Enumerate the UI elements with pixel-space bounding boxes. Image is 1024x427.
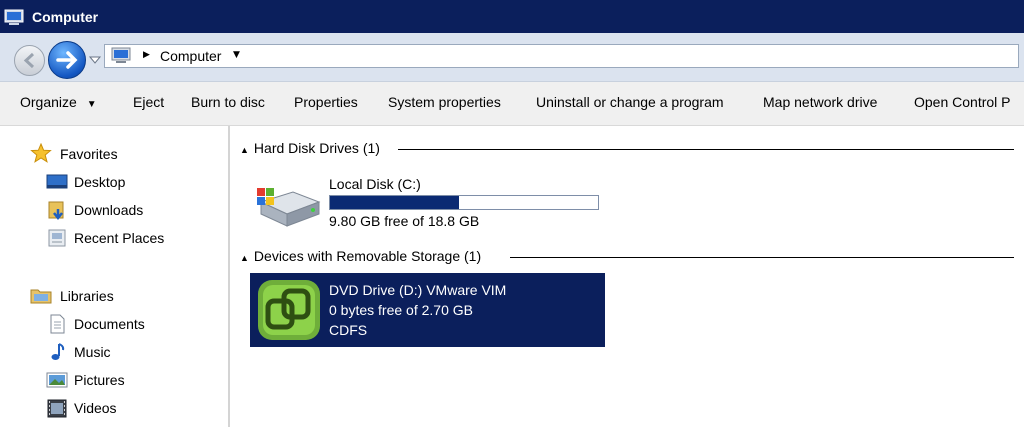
system-properties-button[interactable]: System properties (388, 94, 501, 110)
forward-button[interactable] (48, 41, 86, 79)
computer-icon (4, 9, 24, 25)
hard-disk-icon[interactable] (253, 180, 323, 230)
group-hard-disk-drives[interactable]: ▲ Hard Disk Drives (1) (240, 140, 380, 156)
uninstall-program-button[interactable]: Uninstall or change a program (536, 94, 724, 110)
breadcrumb-arrow-icon[interactable]: ▶ (143, 50, 150, 60)
open-control-panel-button[interactable]: Open Control P (914, 94, 1024, 110)
map-network-drive-button[interactable]: Map network drive (763, 94, 877, 110)
title-bar (0, 0, 1024, 33)
nav-documents[interactable]: Documents (74, 316, 145, 332)
music-icon (51, 343, 65, 360)
drive-d-name: DVD Drive (D:) VMware VIM (329, 282, 507, 298)
drive-c-free-space: 9.80 GB free of 18.8 GB (329, 213, 480, 229)
nav-videos[interactable]: Videos (74, 400, 117, 416)
drive-c-name[interactable]: Local Disk (C:) (329, 176, 421, 192)
window-title: Computer (32, 9, 99, 25)
eject-button[interactable]: Eject (133, 94, 164, 110)
breadcrumb-computer[interactable]: Computer (160, 48, 221, 64)
group-removable-label: Devices with Removable Storage (1) (253, 248, 482, 264)
organize-button[interactable]: Organize ▼ (20, 94, 97, 110)
videos-icon (47, 399, 67, 418)
group-divider (398, 149, 1014, 150)
nav-desktop[interactable]: Desktop (74, 174, 125, 190)
collapse-arrow-icon: ▲ (240, 253, 249, 263)
breadcrumb-dropdown-icon[interactable]: ▼ (233, 50, 240, 60)
properties-button[interactable]: Properties (294, 94, 358, 110)
nav-music[interactable]: Music (74, 344, 111, 360)
recent-places-icon (48, 229, 66, 247)
nav-recent-places[interactable]: Recent Places (74, 230, 164, 246)
group-hdd-label: Hard Disk Drives (1) (253, 140, 380, 156)
downloads-folder-icon (48, 201, 64, 220)
nav-downloads[interactable]: Downloads (74, 202, 143, 218)
libraries-icon (30, 289, 52, 304)
nav-pictures[interactable]: Pictures (74, 372, 125, 388)
favorites-star-icon (30, 143, 52, 163)
recent-pages-chevron-icon[interactable] (88, 53, 102, 67)
group-divider (510, 257, 1014, 258)
drive-d-filesystem: CDFS (329, 322, 368, 338)
back-arrow-icon (23, 52, 35, 69)
drive-d-free-space: 0 bytes free of 2.70 GB (329, 302, 473, 318)
forward-arrow-icon (56, 51, 78, 69)
nav-favorites[interactable]: Favorites (60, 146, 118, 162)
collapse-arrow-icon: ▲ (240, 145, 249, 155)
organize-dropdown-icon: ▼ (86, 99, 97, 110)
group-removable-storage[interactable]: ▲ Devices with Removable Storage (1) (240, 248, 481, 264)
burn-to-disc-button[interactable]: Burn to disc (191, 94, 265, 110)
drive-c-usage-fill (330, 196, 459, 209)
desktop-icon (46, 174, 68, 189)
back-button[interactable] (14, 45, 45, 76)
documents-icon (50, 314, 65, 334)
computer-icon (111, 47, 131, 63)
vmware-dvd-icon (258, 280, 320, 340)
organize-label: Organize (20, 94, 77, 110)
address-field[interactable] (104, 44, 1019, 68)
drive-c-usage-bar (329, 195, 599, 210)
nav-libraries[interactable]: Libraries (60, 288, 114, 304)
pictures-icon (46, 372, 68, 388)
